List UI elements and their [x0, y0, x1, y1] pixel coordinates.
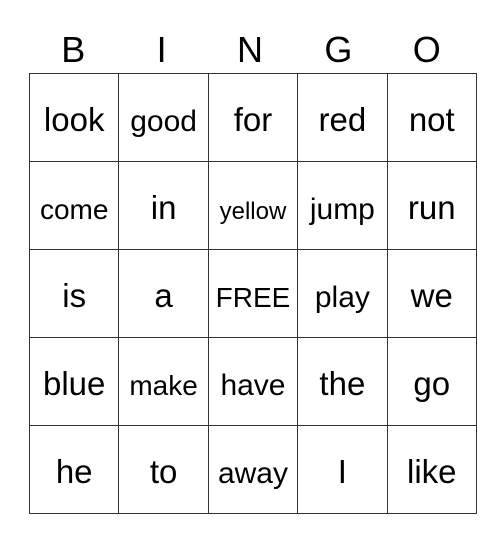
bingo-cell[interactable]: come — [28, 161, 120, 250]
bingo-cell[interactable]: have — [207, 337, 299, 426]
bingo-cell[interactable]: we — [386, 249, 477, 338]
bingo-cell[interactable]: go — [386, 337, 477, 426]
bingo-cell[interactable]: not — [386, 73, 477, 162]
bingo-cell[interactable]: like — [386, 425, 477, 514]
bingo-cell[interactable]: I — [297, 425, 388, 514]
grid-row: is a FREE play we — [28, 249, 477, 338]
bingo-cell[interactable]: for — [207, 73, 299, 162]
bingo-cell[interactable]: play — [297, 249, 388, 338]
bingo-cell[interactable]: a — [118, 249, 209, 338]
free-space-cell[interactable]: FREE — [207, 249, 299, 338]
header-letter-o: O — [412, 29, 441, 70]
bingo-cell[interactable]: away — [207, 425, 299, 514]
bingo-cell[interactable]: make — [118, 337, 209, 426]
header-letter-n: N — [236, 29, 263, 70]
header-letter-g: G — [324, 29, 353, 70]
grid-row: look good for red not — [28, 73, 477, 162]
bingo-cell[interactable]: the — [297, 337, 388, 426]
bingo-cell[interactable]: is — [28, 249, 120, 338]
grid-row: blue make have the go — [28, 337, 477, 426]
bingo-grid: look good for red not come in yellow jum… — [28, 73, 477, 514]
bingo-cell[interactable]: good — [118, 73, 209, 162]
bingo-cell[interactable]: to — [118, 425, 209, 514]
bingo-cell[interactable]: run — [386, 161, 477, 250]
bingo-cell[interactable]: he — [28, 425, 120, 514]
bingo-header: B I N G O — [29, 28, 471, 72]
bingo-cell[interactable]: yellow — [207, 161, 299, 250]
bingo-cell[interactable]: look — [28, 73, 120, 162]
bingo-cell[interactable]: in — [118, 161, 209, 250]
bingo-cell[interactable]: jump — [297, 161, 388, 250]
header-letter-b: B — [61, 29, 86, 70]
header-letter-i: I — [156, 29, 167, 70]
grid-row: he to away I like — [28, 425, 477, 514]
bingo-cell[interactable]: red — [297, 73, 388, 162]
grid-row: come in yellow jump run — [28, 161, 477, 250]
bingo-cell[interactable]: blue — [28, 337, 120, 426]
